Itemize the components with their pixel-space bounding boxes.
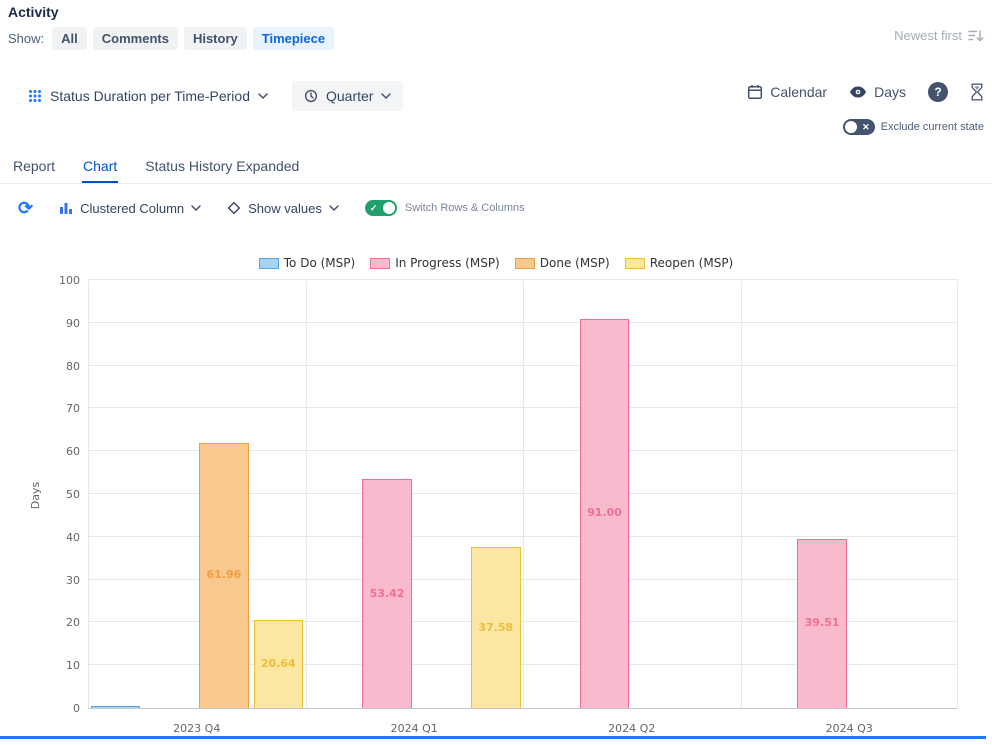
filter-all-button[interactable]: All: [52, 27, 87, 50]
tab-report[interactable]: Report: [12, 152, 56, 183]
x-axis: 2023 Q42024 Q12024 Q22024 Q3: [88, 718, 958, 736]
sort-label: Newest first: [894, 28, 962, 43]
status-duration-chart: To Do (MSP) In Progress (MSP) Done (MSP) Re…: [0, 248, 992, 728]
x-axis-category-label: 2024 Q3: [741, 722, 959, 735]
exclude-current-state-toggle[interactable]: ✕: [843, 119, 875, 135]
sort-descending-icon: [968, 29, 984, 43]
y-axis-tick-label: 100: [59, 274, 80, 287]
switch-rows-columns-toggle[interactable]: ✓: [365, 200, 397, 216]
v-gridline: [306, 281, 307, 708]
chevron-down-icon: [258, 93, 268, 99]
toggle-knob: [845, 121, 857, 133]
chart-toolbar: ⟳ Clustered Column Show values ✓: [18, 195, 525, 221]
clock-icon: [304, 89, 318, 103]
bar-value-label: 20.64: [254, 657, 303, 670]
show-values-label: Show values: [248, 201, 322, 216]
y-axis-tick-label: 0: [73, 702, 80, 715]
chevron-down-icon: [381, 93, 391, 99]
cross-icon: ✕: [862, 119, 870, 135]
unit-days-label: Days: [874, 84, 906, 100]
bar-value-label: 61.96: [199, 568, 248, 581]
filter-history-button[interactable]: History: [184, 27, 247, 50]
grid-icon: [28, 89, 42, 103]
period-dropdown[interactable]: Quarter: [292, 81, 403, 111]
page-title: Activity: [8, 4, 59, 20]
chevron-down-icon: [191, 205, 201, 211]
panel-bottom-edge: [0, 736, 986, 739]
legend: To Do (MSP) In Progress (MSP) Done (MSP) Re…: [0, 256, 992, 270]
y-axis-tick-label: 40: [66, 531, 80, 544]
y-axis-tick-label: 80: [66, 360, 80, 373]
y-axis-tick-label: 20: [66, 616, 80, 629]
y-axis-tick-label: 30: [66, 574, 80, 587]
calendar-icon: [747, 84, 763, 100]
eye-icon: [849, 86, 867, 98]
report-type-dropdown[interactable]: Status Duration per Time-Period: [28, 88, 268, 104]
y-axis-tick-label: 70: [66, 402, 80, 415]
period-label: Quarter: [326, 88, 373, 104]
legend-label: Done (MSP): [540, 256, 610, 270]
x-axis-category-label: 2023 Q4: [88, 722, 306, 735]
y-axis-tick-label: 60: [66, 445, 80, 458]
v-gridline: [523, 281, 524, 708]
bar-value-label: 39.51: [797, 616, 846, 629]
chevron-down-icon: [329, 205, 339, 211]
tab-status-history-expanded[interactable]: Status History Expanded: [144, 152, 300, 183]
check-icon: ✓: [370, 200, 378, 216]
help-glyph: ?: [934, 85, 941, 99]
legend-item[interactable]: To Do (MSP): [259, 256, 355, 270]
v-gridline: [88, 281, 89, 708]
legend-label: To Do (MSP): [284, 256, 355, 270]
bar-value-label: 91.00: [580, 506, 629, 519]
v-gridline: [957, 281, 958, 708]
x-axis-category-label: 2024 Q1: [306, 722, 524, 735]
diamond-shape-icon: [227, 201, 241, 215]
y-axis-tick-label: 90: [66, 317, 80, 330]
legend-item[interactable]: In Progress (MSP): [370, 256, 500, 270]
legend-item[interactable]: Reopen (MSP): [625, 256, 734, 270]
exclude-current-state-control: ✕ Exclude current state: [843, 119, 984, 135]
column-chart-icon: [59, 201, 73, 215]
sort-order-control[interactable]: Newest first: [894, 28, 984, 43]
refresh-icon[interactable]: ⟳: [18, 199, 33, 217]
tab-bar: Report Chart Status History Expanded: [0, 154, 992, 184]
show-filter-bar: Show: All Comments History Timepiece: [8, 26, 334, 50]
hourglass-icon[interactable]: [970, 83, 984, 101]
y-axis-tick-label: 10: [66, 659, 80, 672]
legend-item[interactable]: Done (MSP): [515, 256, 610, 270]
bar-value-label: 53.42: [362, 587, 411, 600]
toggle-knob: [383, 202, 395, 214]
v-gridline: [741, 281, 742, 708]
legend-swatch: [370, 258, 390, 269]
y-axis: 0102030405060708090100: [0, 281, 80, 709]
legend-swatch: [515, 258, 535, 269]
show-label: Show:: [8, 31, 44, 46]
tab-chart[interactable]: Chart: [82, 152, 118, 183]
x-axis-category-label: 2024 Q2: [523, 722, 741, 735]
show-values-dropdown[interactable]: Show values: [227, 201, 339, 216]
h-gridline: [88, 279, 958, 280]
switch-rows-columns-label: Switch Rows & Columns: [405, 202, 525, 214]
chart-type-label: Clustered Column: [80, 201, 184, 216]
column-bar[interactable]: [91, 706, 140, 708]
legend-label: Reopen (MSP): [650, 256, 734, 270]
bar-value-label: 37.58: [471, 621, 520, 634]
plot-area: 53.42 91.00 39.51 61.96 20.64 37.58: [88, 281, 958, 709]
legend-swatch: [625, 258, 645, 269]
right-tools: Calendar Days ?: [747, 82, 984, 102]
chart-type-dropdown[interactable]: Clustered Column: [59, 201, 201, 216]
y-axis-tick-label: 50: [66, 488, 80, 501]
help-icon[interactable]: ?: [928, 82, 948, 102]
exclude-current-state-label: Exclude current state: [881, 121, 984, 133]
report-type-label: Status Duration per Time-Period: [50, 88, 250, 104]
switch-rows-columns-control: ✓ Switch Rows & Columns: [365, 200, 525, 216]
filter-comments-button[interactable]: Comments: [93, 27, 178, 50]
unit-days-button[interactable]: Days: [849, 84, 906, 100]
calendar-label: Calendar: [770, 84, 827, 100]
legend-swatch: [259, 258, 279, 269]
filter-timepiece-button[interactable]: Timepiece: [253, 27, 334, 50]
calendar-button[interactable]: Calendar: [747, 84, 827, 100]
gadget-toolbar: Status Duration per Time-Period Quarter: [28, 80, 403, 112]
legend-label: In Progress (MSP): [395, 256, 500, 270]
